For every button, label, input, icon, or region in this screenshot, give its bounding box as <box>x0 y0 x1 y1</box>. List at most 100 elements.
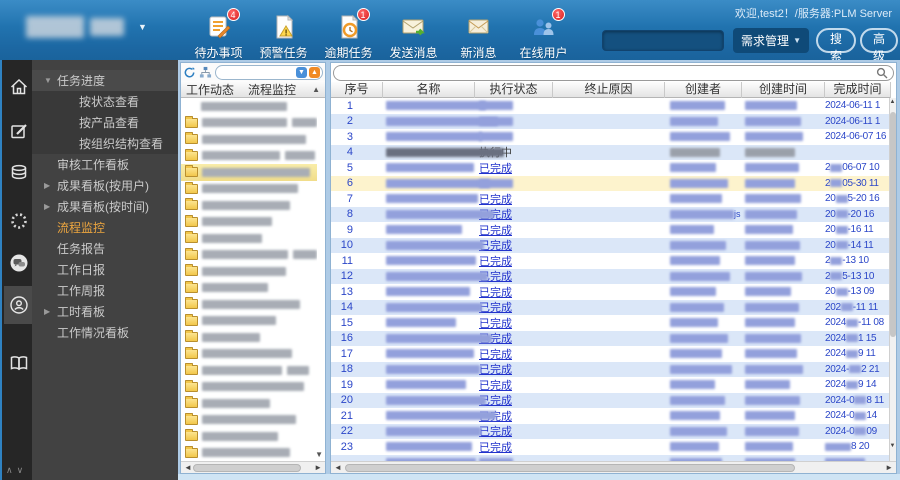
app-logo[interactable]: ▼ <box>26 16 147 38</box>
column-header-5[interactable]: 创建时间 <box>742 82 825 98</box>
open-book-icon[interactable] <box>4 344 34 382</box>
status-link[interactable]: 已完成 <box>479 256 512 268</box>
global-search-input[interactable] <box>602 30 724 51</box>
table-hscroll-thumb[interactable] <box>345 464 795 472</box>
tree-row[interactable] <box>181 412 317 429</box>
status-link[interactable]: 已完成 <box>479 426 512 438</box>
edit-compose-icon[interactable] <box>4 112 34 150</box>
table-row-11[interactable]: 11 已完成 2 -13 10 <box>331 253 891 269</box>
table-row-6[interactable]: 6 2 05-30 11 <box>331 175 891 191</box>
search-icon[interactable] <box>876 67 888 79</box>
tree-filter-input[interactable]: ▼ ▲ <box>215 64 323 80</box>
org-tree-icon[interactable] <box>199 66 212 79</box>
tree-row[interactable] <box>181 164 317 181</box>
toolbar-item-new-message[interactable]: 新消息 <box>446 13 511 61</box>
tab-work-activity[interactable]: 工作动态 <box>186 81 234 98</box>
table-row-14[interactable]: 14 已完成 202 -11 11 <box>331 299 891 315</box>
table-row-3[interactable]: 3 2024-06-07 16 <box>331 129 891 145</box>
tree-row[interactable] <box>181 148 317 165</box>
toolbar-item-online-users[interactable]: 1 在线用户 <box>511 8 576 61</box>
tree-arrow-icon[interactable]: ▶ <box>44 307 57 316</box>
sidebar-item-1[interactable]: 按状态查看 <box>32 91 178 112</box>
tree-row[interactable] <box>181 131 317 148</box>
table-row-17[interactable]: 17 已完成 2024 9 11 <box>331 346 891 362</box>
tree-row[interactable] <box>181 230 317 247</box>
toolbar-item-warning[interactable]: 预警任务 <box>251 13 316 61</box>
tree-row[interactable] <box>181 395 317 412</box>
table-row-7[interactable]: 7 已完成 20 5-20 16 <box>331 191 891 207</box>
tree-row[interactable] <box>181 247 317 264</box>
status-link[interactable]: 已完成 <box>479 442 512 454</box>
table-row-5[interactable]: 5 已完成 2 06-07 10 <box>331 160 891 176</box>
toolbar-item-send-message[interactable]: 发送消息 <box>381 13 446 61</box>
status-link[interactable]: 已完成 <box>479 380 512 392</box>
table-row-12[interactable]: 12 已完成 2 5-13 10 <box>331 268 891 284</box>
tree-row[interactable] <box>181 445 317 462</box>
filter-down-button[interactable]: ▼ <box>296 66 307 78</box>
sidebar-item-8[interactable]: 任务报告 <box>32 238 178 259</box>
table-row-15[interactable]: 15 已完成 2024 -11 08 <box>331 315 891 331</box>
table-vscroll-thumb[interactable] <box>890 112 896 337</box>
sidebar-item-3[interactable]: 按组织结构查看 <box>32 133 178 154</box>
table-row-10[interactable]: 10 已完成 20 -14 11 <box>331 237 891 253</box>
filter-up-button[interactable]: ▲ <box>309 66 320 78</box>
tree-row[interactable] <box>181 362 317 379</box>
loading-spinner-icon[interactable] <box>4 202 34 240</box>
scroll-left-icon[interactable]: ◄ <box>184 463 192 472</box>
collapse-up-icon[interactable]: ▲ <box>312 85 320 94</box>
database-icon[interactable] <box>4 154 34 192</box>
table-row-18[interactable]: 18 已完成 2024- 2 21 <box>331 361 891 377</box>
status-link[interactable]: 已完成 <box>479 349 512 361</box>
status-link[interactable]: 已完成 <box>479 163 512 175</box>
scroll-up-icon[interactable]: ▲ <box>889 99 896 105</box>
table-row-23[interactable]: 23 已完成 8 20 <box>331 439 891 455</box>
tree-row[interactable] <box>181 214 317 231</box>
tab-process-monitor[interactable]: 流程监控 <box>248 81 296 98</box>
tree-row[interactable] <box>181 313 317 330</box>
tree-row[interactable] <box>181 197 317 214</box>
status-link[interactable]: 已完成 <box>479 194 512 206</box>
table-row-13[interactable]: 13 已完成 20 -13 09 <box>331 284 891 300</box>
tree-row[interactable] <box>181 346 317 363</box>
toolbar-item-todo[interactable]: 4 待办事项 <box>186 8 251 61</box>
search-button[interactable]: 搜索 <box>816 28 856 63</box>
tree-row[interactable] <box>181 280 317 297</box>
table-row-19[interactable]: 19 已完成 2024 9 14 <box>331 377 891 393</box>
sidebar-item-11[interactable]: ▶ 工时看板 <box>32 301 178 322</box>
column-header-1[interactable]: 名称 <box>383 82 475 98</box>
tree-row[interactable] <box>181 428 317 445</box>
table-row-9[interactable]: 9 已完成 20 -16 11 <box>331 222 891 238</box>
column-header-2[interactable]: 执行状态 <box>475 82 553 98</box>
home-icon[interactable] <box>4 68 34 106</box>
broadcast-support-icon[interactable] <box>4 286 34 324</box>
tree-row[interactable] <box>181 115 317 132</box>
sidebar-item-0[interactable]: ▼ 任务进度 <box>32 70 178 91</box>
sidebar-item-12[interactable]: 工作情况看板 <box>32 322 178 343</box>
sidebar-item-9[interactable]: 工作日报 <box>32 259 178 280</box>
tree-arrow-icon[interactable]: ▶ <box>44 202 57 211</box>
tree-arrow-icon[interactable]: ▼ <box>44 76 57 85</box>
scroll-up-icon[interactable]: ∧ <box>6 465 17 475</box>
column-header-0[interactable]: 序号 <box>331 82 383 98</box>
status-link[interactable]: 已完成 <box>479 318 512 330</box>
advanced-search-button[interactable]: 高级 <box>860 28 898 63</box>
status-link[interactable]: 已完成 <box>479 302 512 314</box>
sidebar-item-6[interactable]: ▶ 成果看板(按时间) <box>32 196 178 217</box>
sidebar-scroll-arrows[interactable]: ∧∨ <box>6 465 27 476</box>
table-row-4[interactable]: 4执行中 <box>331 144 891 160</box>
toolbar-item-overdue[interactable]: 1 逾期任务 <box>316 8 381 61</box>
refresh-icon[interactable] <box>183 66 196 79</box>
table-vertical-scrollbar[interactable]: ▲ ▼ <box>889 98 896 462</box>
sidebar-item-4[interactable]: 审核工作看板 <box>32 154 178 175</box>
sidebar-item-7[interactable]: 流程监控 <box>32 217 178 238</box>
table-row-1[interactable]: 1 2024-06-11 1 <box>331 98 891 114</box>
tree-horizontal-scrollbar[interactable]: ◄ ► <box>181 461 325 473</box>
search-category-dropdown[interactable]: 需求管理 ▼ <box>733 28 809 53</box>
column-header-6[interactable]: 完成时间 <box>825 82 891 98</box>
status-link[interactable]: 已完成 <box>479 225 512 237</box>
table-row-22[interactable]: 22 已完成 2024-0 09 <box>331 423 891 439</box>
tree-arrow-icon[interactable]: ▶ <box>44 181 57 190</box>
tree-row[interactable] <box>181 329 317 346</box>
sidebar-item-2[interactable]: 按产品查看 <box>32 112 178 133</box>
tree-row[interactable] <box>181 379 317 396</box>
